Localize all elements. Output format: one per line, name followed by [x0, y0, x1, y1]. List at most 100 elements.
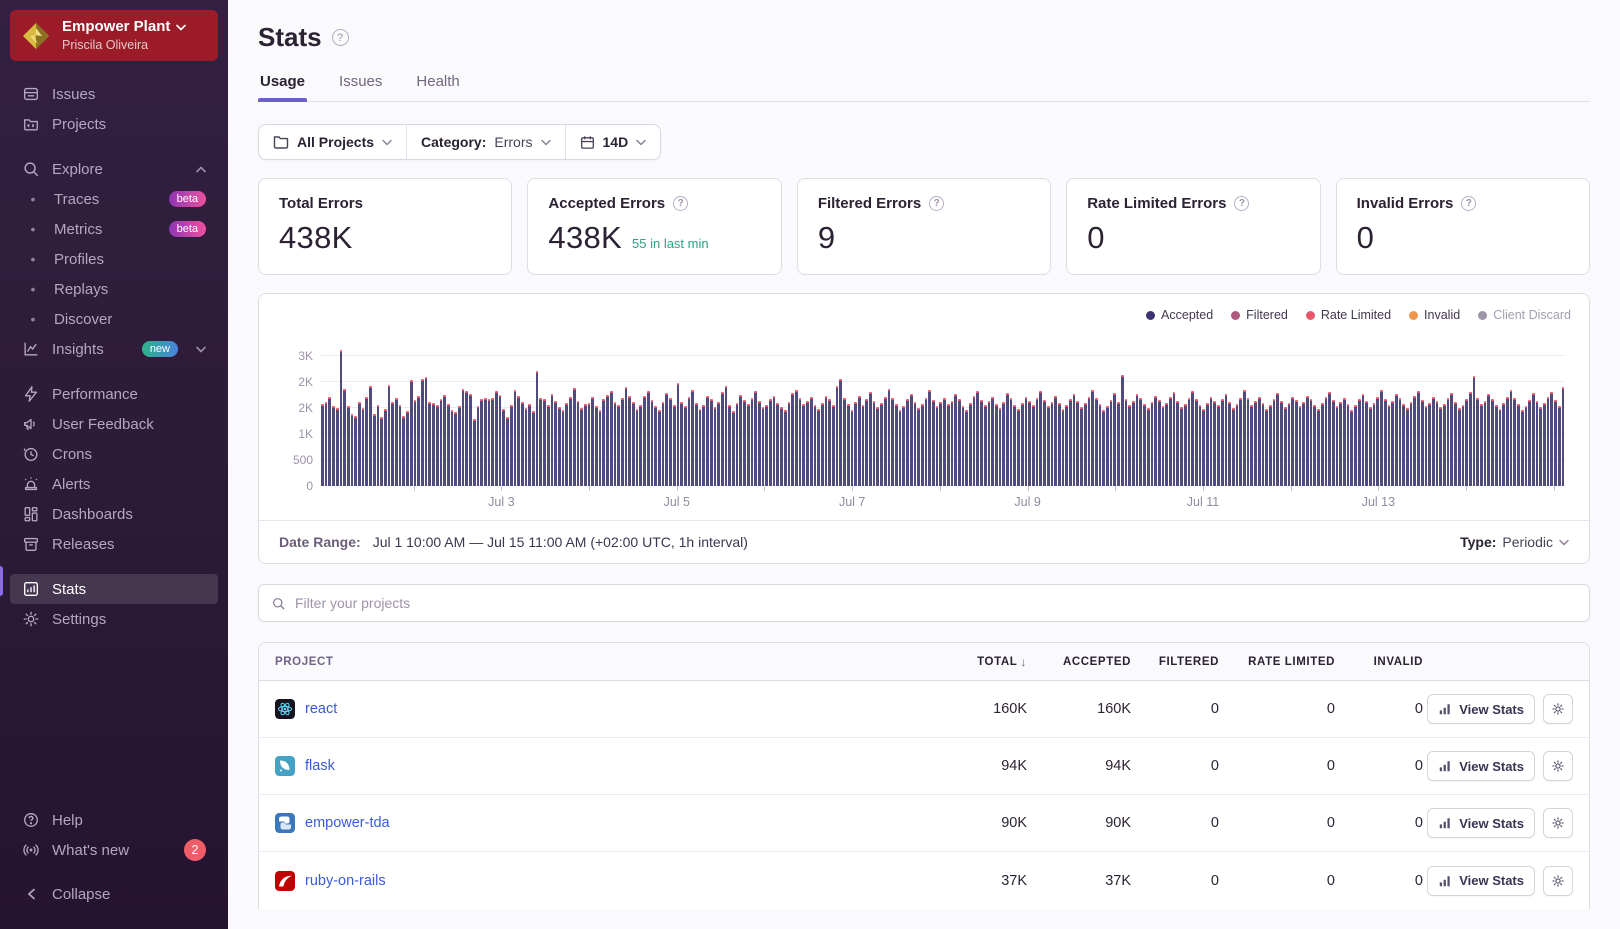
chart-bar: [1232, 408, 1235, 486]
search-input[interactable]: [295, 595, 1577, 611]
chart-bar: [1332, 400, 1335, 486]
sidebar-item-stats[interactable]: Stats: [10, 574, 218, 604]
chart-bar: [1173, 392, 1176, 486]
chart-bar: [1269, 405, 1272, 486]
sidebar-item-metrics[interactable]: • Metrics beta: [10, 214, 218, 244]
chart-bar: [751, 398, 754, 486]
date-period-filter[interactable]: 14D: [565, 125, 661, 159]
legend-item-client-discard[interactable]: Client Discard: [1478, 308, 1571, 322]
chart-bar: [1373, 403, 1376, 486]
sidebar-item-projects[interactable]: Projects: [10, 109, 218, 139]
chart-bar: [862, 405, 865, 486]
siren-icon: [22, 475, 40, 493]
project-filter[interactable]: All Projects: [259, 125, 406, 159]
view-stats-button[interactable]: View Stats: [1427, 751, 1535, 781]
sidebar-item-discover[interactable]: •Discover: [10, 304, 218, 334]
sidebar-item-help[interactable]: Help: [10, 805, 218, 835]
chart-bar: [391, 402, 394, 486]
x-axis-tick: [677, 486, 678, 491]
column-filtered[interactable]: FILTERED: [1131, 656, 1219, 668]
legend-item-invalid[interactable]: Invalid: [1409, 308, 1460, 322]
chart-bar: [617, 405, 620, 486]
project-link[interactable]: flask: [305, 758, 335, 774]
tabbar: Usage Issues Health: [258, 73, 1590, 102]
project-link[interactable]: empower-tda: [305, 815, 390, 831]
chart-bar: [1317, 409, 1320, 486]
chart-bar: [454, 412, 457, 486]
column-invalid[interactable]: INVALID: [1335, 656, 1423, 668]
chart-bar: [421, 379, 424, 486]
sidebar-item-alerts[interactable]: Alerts: [10, 469, 218, 499]
chart-bar: [625, 387, 628, 486]
chart-bar: [1295, 400, 1298, 486]
x-axis-tick: [1028, 486, 1029, 491]
chart-bar: [502, 409, 505, 486]
chart-bar: [414, 400, 417, 486]
help-icon[interactable]: ?: [1461, 196, 1476, 211]
chart-type-select[interactable]: Type: Periodic: [1460, 534, 1569, 550]
sidebar-item-crons[interactable]: Crons: [10, 439, 218, 469]
sidebar-item-traces[interactable]: • Traces beta: [10, 184, 218, 214]
sidebar-item-issues[interactable]: Issues: [10, 79, 218, 109]
help-icon[interactable]: ?: [929, 196, 944, 211]
chart-bar: [599, 410, 602, 486]
project-link[interactable]: ruby-on-rails: [305, 873, 386, 889]
sidebar-item-user-feedback[interactable]: User Feedback: [10, 409, 218, 439]
chart-bar: [1102, 410, 1105, 486]
chart-bar: [1350, 410, 1353, 486]
column-rate-limited[interactable]: RATE LIMITED: [1219, 656, 1335, 668]
sidebar-item-dashboards[interactable]: Dashboards: [10, 499, 218, 529]
chart-bar: [325, 402, 328, 486]
chart-bar: [447, 404, 450, 486]
sidebar-item-profiles[interactable]: •Profiles: [10, 244, 218, 274]
tab-issues[interactable]: Issues: [337, 73, 384, 101]
sort-desc-icon: ↓: [1020, 655, 1027, 669]
project-settings-button[interactable]: [1543, 694, 1573, 724]
column-total[interactable]: TOTAL↓: [923, 655, 1027, 669]
project-settings-button[interactable]: [1543, 808, 1573, 838]
chart-bar: [788, 402, 791, 486]
sidebar-item-insights[interactable]: Insights new: [10, 334, 218, 364]
tab-usage[interactable]: Usage: [258, 73, 307, 101]
tab-health[interactable]: Health: [414, 73, 461, 101]
view-stats-button[interactable]: View Stats: [1427, 866, 1535, 896]
project-settings-button[interactable]: [1543, 751, 1573, 781]
chart-bar: [776, 403, 779, 486]
filter-bar: All Projects Category: Errors 14D: [258, 124, 661, 160]
chart-bar: [469, 394, 472, 486]
project-settings-button[interactable]: [1543, 866, 1573, 896]
page-title: Stats: [258, 22, 322, 53]
sidebar-item-whats-new[interactable]: What's new 2: [10, 835, 218, 865]
chart-bar: [1417, 391, 1420, 486]
x-axis-tick: [1115, 486, 1116, 491]
view-stats-button[interactable]: View Stats: [1427, 694, 1535, 724]
column-accepted[interactable]: ACCEPTED: [1027, 656, 1131, 668]
sidebar-item-explore[interactable]: Explore: [10, 154, 218, 184]
legend-item-accepted[interactable]: Accepted: [1146, 308, 1213, 322]
help-icon[interactable]: ?: [1234, 196, 1249, 211]
column-project[interactable]: PROJECT: [275, 656, 923, 668]
chart-bar: [1028, 401, 1031, 486]
chart-bar: [1010, 398, 1013, 486]
sidebar-item-releases[interactable]: Releases: [10, 529, 218, 559]
sidebar-collapse-button[interactable]: Collapse: [10, 879, 218, 909]
help-icon[interactable]: ?: [673, 196, 688, 211]
chart-bar: [743, 400, 746, 486]
chart-bar: [510, 405, 513, 486]
sidebar-item-performance[interactable]: Performance: [10, 379, 218, 409]
org-switcher[interactable]: Empower Plant Priscila Oliveira: [10, 10, 218, 61]
search-icon: [271, 596, 286, 611]
chart-bar: [736, 403, 739, 486]
legend-item-filtered[interactable]: Filtered: [1231, 308, 1288, 322]
page-help-icon[interactable]: ?: [332, 29, 349, 46]
sidebar-item-settings[interactable]: Settings: [10, 604, 218, 634]
chart-bar: [377, 405, 380, 486]
chart-bar: [506, 417, 509, 486]
project-link[interactable]: react: [305, 701, 337, 717]
sidebar-item-replays[interactable]: •Replays: [10, 274, 218, 304]
category-filter[interactable]: Category: Errors: [406, 125, 564, 159]
chart-bar: [1176, 401, 1179, 486]
bar-chart-icon: [1438, 759, 1452, 773]
legend-item-rate-limited[interactable]: Rate Limited: [1306, 308, 1391, 322]
view-stats-button[interactable]: View Stats: [1427, 808, 1535, 838]
